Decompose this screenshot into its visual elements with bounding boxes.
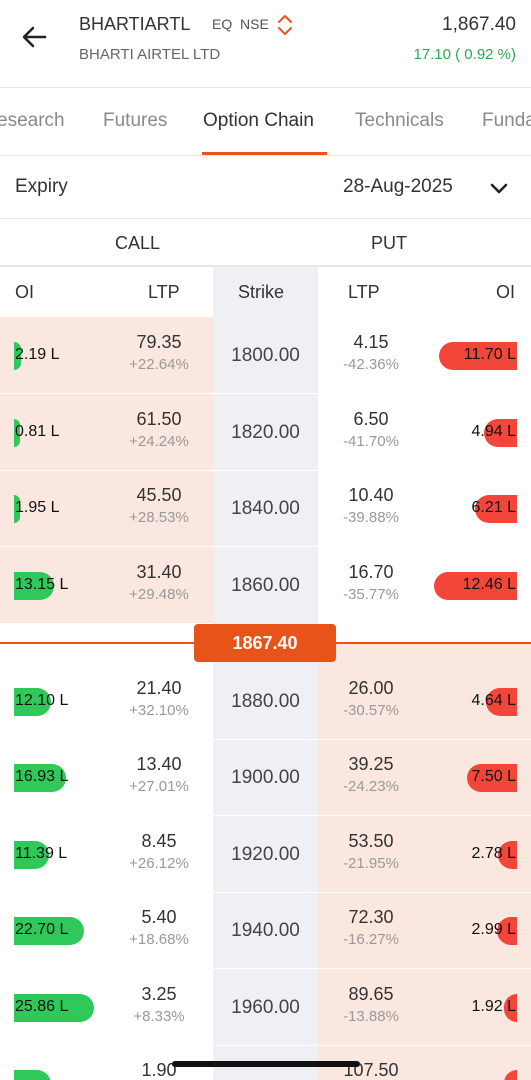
exchange-label[interactable]: NSE: [240, 16, 269, 32]
call-change: +22.64%: [129, 355, 189, 373]
put-oi-value: 1.92 L: [471, 997, 516, 1015]
swap-vertical-icon: [278, 15, 292, 35]
call-ltp: 21.40: [136, 677, 182, 698]
put-ltp: 72.30: [348, 906, 394, 927]
option-chain-table: 2.19 L 79.35 +22.64% 1800.00 4.15 -42.36% 11.7…: [0, 317, 531, 1080]
call-ltp: 13.40: [136, 753, 182, 774]
call-ltp-header: LTP: [148, 282, 180, 302]
put-oi-value: 12.46 L: [462, 575, 516, 593]
tab-bar: esearch Futures Option Chain Technicals …: [0, 88, 531, 156]
tab-research[interactable]: esearch: [0, 110, 65, 132]
put-ltp: 16.70: [348, 561, 394, 582]
price-change: 17.10 ( 0.92 %): [413, 46, 516, 63]
call-change: +24.24%: [129, 432, 189, 450]
put-oi-value: 7.50 L: [471, 767, 516, 785]
call-ltp: 5.40: [141, 906, 177, 927]
call-oi-value: 22.70 L: [15, 920, 69, 938]
call-change: +18.68%: [129, 930, 189, 948]
put-change: -35.77%: [343, 585, 399, 603]
put-side-label: PUT: [371, 233, 407, 253]
company-name: BHARTI AIRTEL LTD: [79, 46, 221, 63]
column-headers: OI LTP Strike LTP OI: [0, 267, 531, 317]
exchange-toggle[interactable]: [276, 12, 294, 38]
put-ltp: 10.40: [348, 484, 394, 505]
put-oi-value: 4.64 L: [471, 691, 516, 709]
call-ltp: 61.50: [136, 408, 182, 429]
call-ltp: 31.40: [136, 561, 182, 582]
put-change: -13.88%: [343, 1007, 399, 1025]
put-ltp: 39.25: [348, 753, 394, 774]
expiry-value[interactable]: 28-Aug-2025: [343, 176, 453, 198]
put-oi-value: 11.70 L: [463, 345, 516, 363]
call-change: +28.53%: [129, 508, 189, 526]
put-change: -42.36%: [343, 355, 399, 373]
put-oi-header: OI: [496, 282, 516, 302]
put-ltp: 53.50: [348, 830, 394, 851]
put-oi-value: 2.78 L: [471, 844, 516, 862]
call-change: +29.48%: [129, 585, 189, 603]
put-change: -41.70%: [343, 432, 399, 450]
call-oi-value: 12.10 L: [15, 691, 69, 709]
active-tab-indicator: [202, 152, 327, 155]
put-change: -30.57%: [343, 701, 399, 719]
stock-symbol: BHARTIARTL: [79, 14, 191, 34]
call-change: +27.01%: [129, 777, 189, 795]
call-ltp: 8.45: [141, 830, 177, 851]
tab-option-chain[interactable]: Option Chain: [203, 110, 314, 132]
call-change: +8.33%: [133, 1007, 185, 1025]
call-oi-value: 25.86 L: [15, 997, 69, 1015]
home-indicator: [172, 1061, 360, 1067]
call-oi-value: 16.93 L: [15, 767, 69, 785]
call-put-header: CALL PUT: [0, 219, 531, 267]
call-oi-value: 2.19 L: [15, 345, 60, 363]
call-change: +26.12%: [129, 854, 189, 872]
chevron-down-icon[interactable]: [488, 177, 510, 199]
put-change: -24.23%: [343, 777, 399, 795]
segment-label: EQ: [212, 16, 233, 32]
call-oi-value: 1.95 L: [15, 498, 60, 516]
call-side-label: CALL: [115, 233, 161, 253]
call-ltp: 45.50: [136, 484, 182, 505]
put-change: -39.88%: [343, 508, 399, 526]
put-change: -16.27%: [343, 930, 399, 948]
call-oi-value: 11.39 L: [15, 844, 68, 862]
put-ltp: 89.65: [348, 983, 394, 1004]
back-button[interactable]: [18, 20, 52, 54]
expiry-selector[interactable]: Expiry 28-Aug-2025: [0, 157, 531, 219]
back-arrow-icon: [22, 26, 47, 48]
expiry-label: Expiry: [15, 176, 68, 197]
strike-header: Strike: [238, 282, 285, 302]
call-ltp: 3.25: [141, 983, 177, 1004]
call-oi-header: OI: [15, 282, 35, 302]
call-oi-value: 13.15 L: [15, 575, 69, 593]
call-change: +32.10%: [129, 701, 189, 719]
tab-futures[interactable]: Futures: [103, 110, 167, 132]
put-oi-value: 6.21 L: [471, 498, 516, 516]
stock-header: BHARTIARTL EQ NSE BHARTI AIRTEL LTD 1,86…: [0, 0, 531, 88]
call-oi-value: 0.81 L: [15, 422, 60, 440]
call-ltp: 79.35: [136, 331, 182, 352]
put-ltp: 6.50: [353, 408, 389, 429]
last-price: 1,867.40: [442, 14, 516, 35]
put-oi-value: 4.94 L: [471, 422, 516, 440]
put-ltp: 26.00: [348, 677, 394, 698]
tab-technicals[interactable]: Technicals: [355, 110, 444, 132]
tab-fundamentals[interactable]: Funda: [482, 110, 531, 132]
put-ltp: 4.15: [353, 331, 389, 352]
put-change: -21.95%: [343, 854, 399, 872]
spot-price-badge: 1867.40: [194, 624, 336, 662]
put-ltp-header: LTP: [348, 282, 380, 302]
put-oi-value: 2.99 L: [471, 920, 516, 938]
